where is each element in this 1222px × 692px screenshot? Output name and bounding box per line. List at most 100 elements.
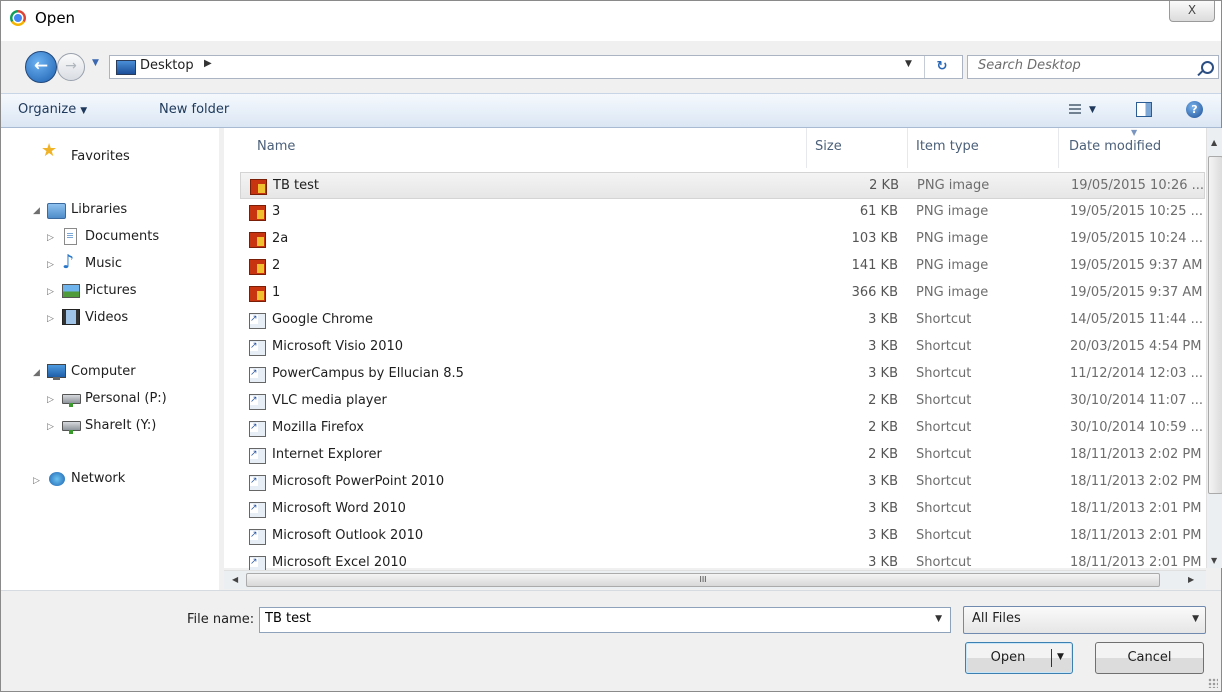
file-type: PNG image [916, 231, 989, 246]
file-row[interactable]: Mozilla Firefox 2 KB Shortcut 30/10/2014 10… [240, 415, 1205, 442]
recent-locations-icon[interactable]: ▼ [92, 58, 99, 68]
nav-shareit-drive[interactable]: ShareIt (Y:) [85, 418, 156, 433]
file-type: Shortcut [916, 501, 972, 516]
file-row[interactable]: PowerCampus by Ellucian 8.5 3 KB Shortcut 1… [240, 361, 1205, 388]
search-input[interactable]: Search Desktop [967, 55, 1219, 79]
music-note-icon: ♪ [62, 251, 75, 273]
file-row[interactable]: 2 141 KB PNG image 19/05/2015 9:37 AM [240, 253, 1205, 280]
file-date: 18/11/2013 2:02 PM [1070, 474, 1202, 489]
file-type-select[interactable]: All Files ▼ [963, 606, 1206, 634]
help-icon[interactable]: ? [1186, 101, 1203, 118]
outlook-shortcut-icon [249, 529, 266, 545]
expand-icon[interactable]: ▷ [33, 476, 40, 486]
scroll-down-icon[interactable]: ▼ [1211, 556, 1217, 565]
scroll-left-icon[interactable]: ◀ [232, 575, 238, 584]
file-name: VLC media player [272, 393, 387, 408]
cancel-button[interactable]: Cancel [1095, 642, 1204, 674]
file-row[interactable]: Google Chrome 3 KB Shortcut 14/05/2015 11:4… [240, 307, 1205, 334]
preview-pane-icon[interactable] [1136, 102, 1152, 117]
file-row[interactable]: Microsoft PowerPoint 2010 3 KB Shortcut 18/… [240, 469, 1205, 496]
nav-music[interactable]: Music [85, 256, 122, 271]
column-divider[interactable] [806, 128, 807, 168]
collapse-icon[interactable]: ◢ [33, 206, 40, 216]
file-name: 2a [272, 231, 289, 246]
forward-button[interactable]: → [57, 53, 85, 81]
open-options-dropdown-icon[interactable]: ▼ [1057, 652, 1064, 662]
horizontal-scroll-thumb[interactable]: III [246, 573, 1160, 587]
filename-dropdown-icon[interactable]: ▼ [935, 614, 942, 624]
resize-grip-icon[interactable] [1208, 678, 1218, 688]
file-row[interactable]: 2a 103 KB PNG image 19/05/2015 10:24 ... [240, 226, 1205, 253]
file-name: Microsoft Visio 2010 [272, 339, 404, 354]
column-header-type[interactable]: Item type [908, 128, 1058, 168]
file-row[interactable]: Internet Explorer 2 KB Shortcut 18/11/2013 … [240, 442, 1205, 469]
address-bar[interactable]: Desktop ▶ ▼ ↻ [109, 55, 963, 79]
png-icon [249, 286, 266, 302]
chevron-down-icon[interactable]: ▼ [1192, 614, 1199, 624]
nav-personal-drive[interactable]: Personal (P:) [85, 391, 167, 406]
breadcrumb-desktop[interactable]: Desktop [140, 58, 194, 73]
file-row[interactable]: VLC media player 2 KB Shortcut 30/10/2014 1… [240, 388, 1205, 415]
file-type: Shortcut [916, 366, 972, 381]
expand-icon[interactable]: ▷ [47, 287, 54, 297]
refresh-icon[interactable]: ↻ [924, 56, 959, 78]
address-dropdown-icon[interactable]: ▼ [905, 59, 912, 69]
vertical-scroll-thumb[interactable] [1208, 156, 1222, 494]
file-type: Shortcut [916, 555, 972, 570]
filename-label: File name: [187, 612, 255, 627]
file-row[interactable]: 1 366 KB PNG image 19/05/2015 9:37 AM [240, 280, 1205, 307]
file-row[interactable]: Microsoft Outlook 2010 3 KB Shortcut 18/11/… [240, 523, 1205, 550]
file-row[interactable]: 3 61 KB PNG image 19/05/2015 10:25 ... [240, 199, 1205, 226]
nav-computer[interactable]: Computer [71, 364, 136, 379]
change-view-icon[interactable] [1069, 104, 1081, 116]
ie-shortcut-icon [249, 448, 266, 464]
column-header-size[interactable]: Size [808, 128, 908, 168]
filename-input[interactable] [265, 611, 905, 626]
expand-icon[interactable]: ▷ [47, 314, 54, 324]
file-row[interactable]: TB test 2 KB PNG image 19/05/2015 10:26 ... [240, 172, 1205, 199]
file-date: 19/05/2015 10:25 ... [1070, 204, 1204, 219]
search-placeholder: Search Desktop [978, 58, 1081, 73]
scroll-up-icon[interactable]: ▲ [1211, 138, 1217, 147]
back-button[interactable]: ← [25, 51, 57, 83]
file-date: 30/10/2014 11:07 ... [1070, 393, 1204, 408]
nav-pictures[interactable]: Pictures [85, 283, 136, 298]
expand-icon[interactable]: ▷ [47, 233, 54, 243]
file-type: Shortcut [916, 528, 972, 543]
nav-network[interactable]: Network [71, 471, 125, 486]
search-icon[interactable] [1201, 61, 1214, 74]
open-dialog: Open X ← → ▼ Desktop ▶ ▼ ↻ Search Deskto… [0, 0, 1222, 692]
open-button[interactable]: Open ▼ [965, 642, 1073, 674]
scroll-right-icon[interactable]: ▶ [1188, 575, 1194, 584]
expand-icon[interactable]: ▷ [47, 422, 54, 432]
breadcrumb-arrow-icon[interactable]: ▶ [204, 58, 212, 69]
vertical-scrollbar[interactable]: ▲ ▼ [1206, 128, 1222, 568]
expand-icon[interactable]: ▷ [47, 260, 54, 270]
nav-documents[interactable]: Documents [85, 229, 159, 244]
file-type: Shortcut [916, 393, 972, 408]
filename-combobox[interactable]: ▼ [259, 607, 951, 633]
new-folder-button[interactable]: New folder [159, 102, 229, 117]
column-header-name[interactable]: Name [240, 128, 808, 168]
file-type: Shortcut [916, 420, 972, 435]
organize-label: Organize [18, 102, 77, 117]
command-bar: Organize ▼ New folder ▼ ? [1, 93, 1221, 128]
nav-favorites[interactable]: Favorites [71, 149, 130, 164]
nav-videos[interactable]: Videos [85, 310, 128, 325]
nav-libraries[interactable]: Libraries [71, 202, 127, 217]
column-type-label: Item type [916, 139, 979, 154]
view-options-dropdown-icon[interactable]: ▼ [1089, 105, 1096, 115]
file-date: 19/05/2015 9:37 AM [1070, 258, 1203, 273]
file-row[interactable]: Microsoft Word 2010 3 KB Shortcut 18/11/201… [240, 496, 1205, 523]
file-type: PNG image [916, 204, 989, 219]
collapse-icon[interactable]: ◢ [33, 368, 40, 378]
organize-button[interactable]: Organize ▼ [18, 102, 87, 117]
powercampus-shortcut-icon [249, 367, 266, 383]
png-icon [249, 232, 266, 248]
expand-icon[interactable]: ▷ [47, 395, 54, 405]
close-button[interactable]: X [1169, 1, 1215, 22]
file-type: Shortcut [916, 447, 972, 462]
horizontal-scrollbar[interactable]: ◀ III ▶ [224, 570, 1206, 589]
file-date: 18/11/2013 2:02 PM [1070, 447, 1202, 462]
file-row[interactable]: Microsoft Visio 2010 3 KB Shortcut 20/03/20… [240, 334, 1205, 361]
